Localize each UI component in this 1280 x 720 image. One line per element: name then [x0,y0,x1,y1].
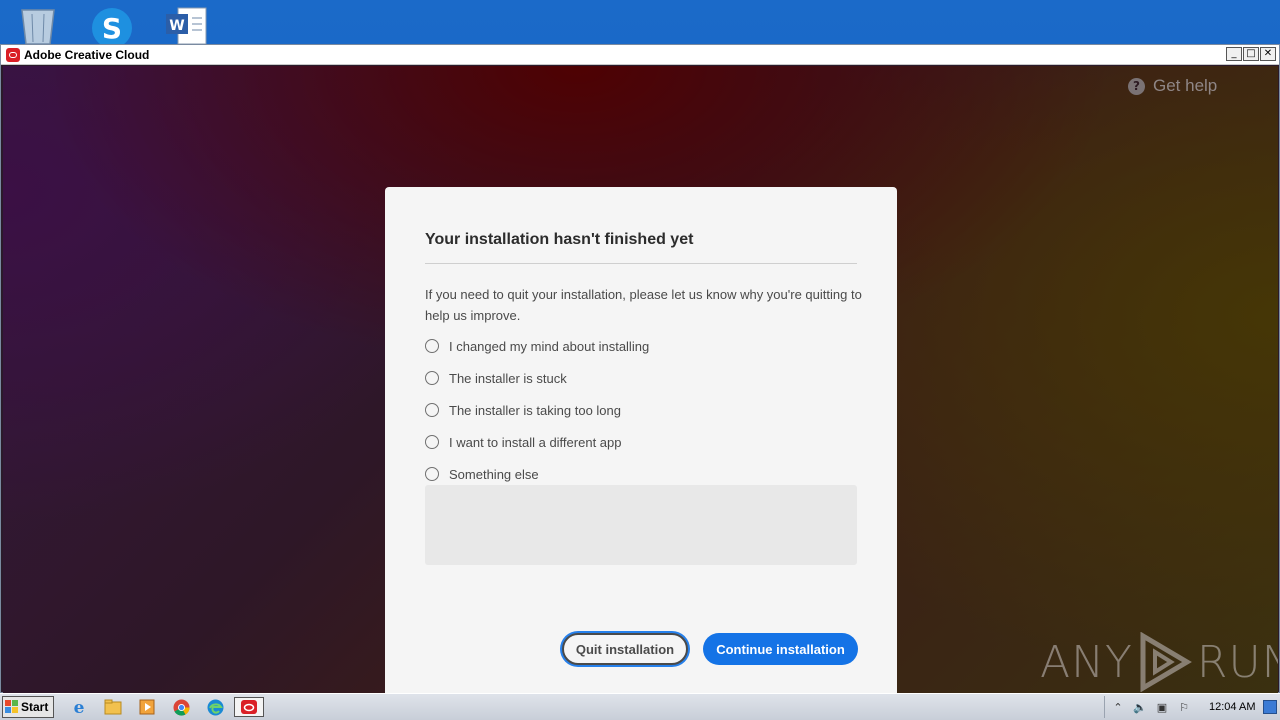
reason-option-too-long[interactable]: The installer is taking too long [425,394,649,426]
window-controls: _ □ ✕ [1226,47,1276,61]
dialog-title: Your installation hasn't finished yet [425,231,694,248]
show-desktop-icon[interactable] [1263,700,1278,714]
comment-textarea[interactable] [425,485,857,565]
action-center-flag-icon[interactable]: ⚐ [1177,700,1191,714]
divider [425,263,857,264]
quit-survey-dialog: Your installation hasn't finished yet If… [385,187,897,693]
recycle-bin-icon[interactable] [14,4,62,45]
svg-text:e: e [74,698,85,716]
window-title: Adobe Creative Cloud [24,47,150,62]
minimize-button[interactable]: _ [1226,47,1242,61]
file-explorer-icon[interactable] [102,697,124,717]
option-label: I changed my mind about installing [449,338,650,354]
svg-text:W: W [169,18,184,34]
question-circle-icon: ? [1128,77,1145,95]
radio-button[interactable] [425,435,439,449]
close-button[interactable]: ✕ [1260,47,1276,61]
maximize-button[interactable]: □ [1243,47,1259,61]
play-logo-icon [1140,632,1192,692]
chrome-icon[interactable] [170,697,192,717]
reason-options: I changed my mind about installing The i… [425,330,649,490]
svg-text:S: S [102,12,122,44]
media-player-icon[interactable] [136,697,158,717]
radio-button[interactable] [425,467,439,481]
option-label: The installer is stuck [449,370,567,386]
dialog-message: If you need to quit your installation, p… [425,287,862,323]
option-label: I want to install a different app [449,434,622,450]
volume-icon[interactable]: 🔈 [1133,700,1147,714]
start-button[interactable]: Start [2,696,54,718]
continue-installation-button[interactable]: Continue installation [703,633,858,665]
taskbar: Start e ⌃ 🔈 ▣ ⚐ 12:04 AM [0,693,1280,720]
edge-icon[interactable] [204,697,226,717]
title-bar[interactable]: Adobe Creative Cloud _ □ ✕ [1,45,1279,65]
reason-option-changed-mind[interactable]: I changed my mind about installing [425,330,649,362]
option-label: Something else [449,466,539,482]
windows-logo-icon [5,700,18,713]
network-icon[interactable]: ▣ [1155,700,1169,714]
option-label: The installer is taking too long [449,402,621,418]
get-help-link[interactable]: ? Get help [1128,76,1217,96]
creative-cloud-taskbar-button[interactable] [234,697,264,717]
get-help-label: Get help [1153,76,1218,95]
quit-installation-button[interactable]: Quit installation [562,633,688,665]
radio-button[interactable] [425,339,439,353]
anyrun-watermark: ANY RUN [1040,632,1278,692]
internet-explorer-icon[interactable]: e [68,697,90,717]
reason-option-stuck[interactable]: The installer is stuck [425,362,649,394]
reason-option-different-app[interactable]: I want to install a different app [425,426,649,458]
app-window: Adobe Creative Cloud _ □ ✕ ? Get help Yo… [0,44,1280,693]
radio-button[interactable] [425,403,439,417]
show-hidden-icons-icon[interactable]: ⌃ [1111,700,1125,714]
app-content: ? Get help Your installation hasn't fini… [3,66,1278,693]
clock[interactable]: 12:04 AM [1209,701,1255,713]
watermark-text-left: ANY [1040,636,1133,688]
system-tray: ⌃ 🔈 ▣ ⚐ 12:04 AM [1104,696,1280,718]
watermark-text-right: RUN [1196,636,1278,688]
skype-icon[interactable]: S [88,4,136,48]
radio-button[interactable] [425,371,439,385]
creative-cloud-icon [241,700,257,714]
creative-cloud-icon [6,47,20,62]
word-icon[interactable]: W [162,4,210,45]
start-label: Start [21,700,49,714]
